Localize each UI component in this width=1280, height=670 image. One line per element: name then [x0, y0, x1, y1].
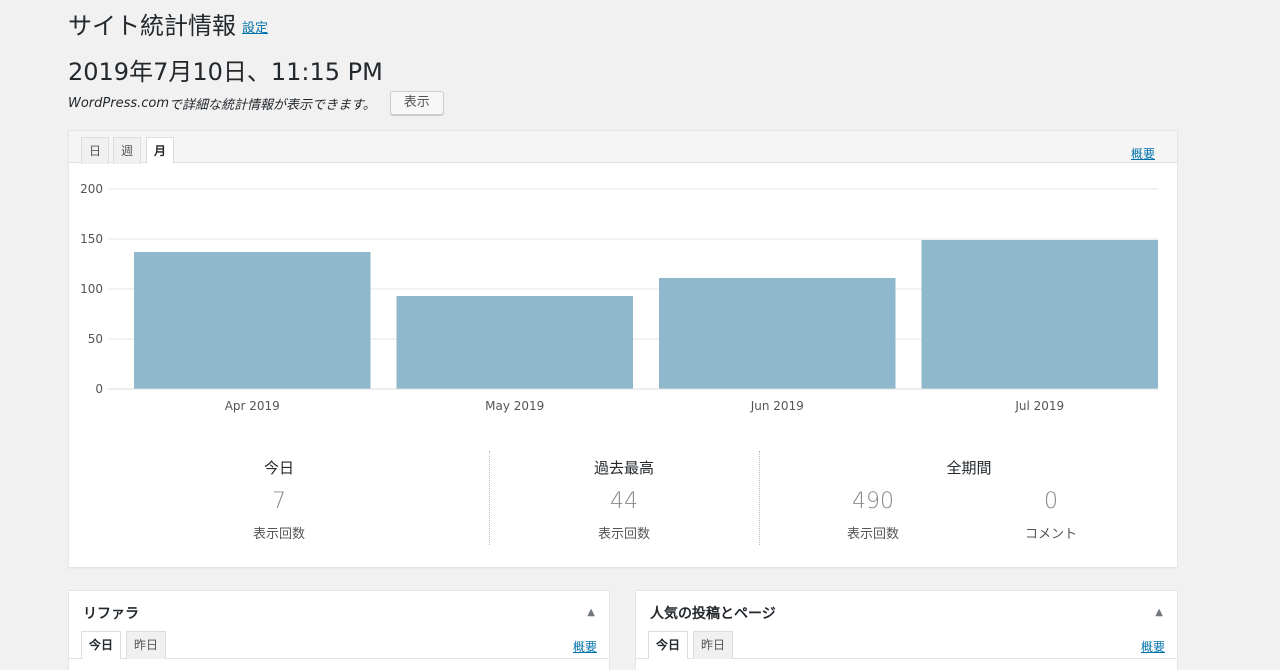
y-tick-label: 50 [88, 332, 103, 346]
stat-all-time: 全期間 490 表示回数 0 コメント [759, 451, 1179, 547]
x-tick-label: May 2019 [485, 399, 544, 413]
stat-all-time-comments: 0 [1044, 489, 1058, 514]
referrers-widget: リファラ ▲ 今日 昨日 概要 [68, 590, 610, 670]
stat-all-time-views: 490 [852, 489, 894, 514]
collapse-arrow-icon[interactable]: ▲ [1155, 607, 1163, 618]
views-bar-chart: 0 50 100 150 200 Apr 2019 May 2019 Jun 2019 Jul … [80, 182, 1158, 413]
referrers-title: リファラ [83, 606, 139, 622]
y-tick-label: 200 [80, 182, 103, 196]
referrers-tabs: 今日 昨日 概要 [69, 631, 609, 659]
page-title-text: サイト統計情報 [68, 12, 236, 40]
popular-posts-title: 人気の投稿とページ [650, 606, 776, 622]
y-tick-label: 0 [95, 382, 103, 396]
page-title: サイト統計情報 設定 [68, 6, 268, 41]
stat-best-label: 過去最高 [593, 459, 654, 477]
stat-today: 今日 7 表示回数 [69, 451, 489, 547]
tab-day[interactable]: 日 [81, 137, 110, 164]
popular-posts-widget: 人気の投稿とページ ▲ 今日 昨日 概要 [635, 590, 1178, 670]
collapse-arrow-icon[interactable]: ▲ [587, 607, 595, 618]
x-tick-label: Jul 2019 [1014, 399, 1064, 413]
tab-today[interactable]: 今日 [81, 631, 122, 659]
popular-posts-tabs: 今日 昨日 概要 [636, 631, 1177, 659]
tab-yesterday[interactable]: 昨日 [126, 631, 167, 659]
tab-week[interactable]: 週 [113, 137, 142, 164]
chart-bar [396, 296, 633, 389]
y-tick-label: 150 [80, 232, 103, 246]
stat-today-label: 今日 [263, 459, 294, 477]
chart-bar [134, 252, 371, 389]
stat-today-value: 7 [272, 489, 286, 514]
promo-text: で詳細な統計情報が表示できます。 [169, 97, 376, 113]
period-tabs: 日 週 月 概要 [69, 131, 1177, 164]
stat-best-value: 44 [610, 489, 638, 514]
promo-brand: WordPress.com [68, 95, 170, 111]
chart-bar [921, 240, 1158, 389]
referrers-summary-link[interactable]: 概要 [573, 638, 597, 655]
stat-all-time-label: 全期間 [946, 459, 992, 477]
popular-posts-summary-link[interactable]: 概要 [1141, 638, 1165, 655]
current-datetime: 2019年7月10日、11:15 PM [68, 58, 383, 86]
chart-bar [659, 278, 896, 389]
stats-panel: 日 週 月 概要 0 50 100 150 200 Apr 2019 May 2019 Jun… [68, 130, 1178, 568]
tab-month[interactable]: 月 [146, 137, 175, 164]
x-tick-label: Jun 2019 [750, 399, 804, 413]
stat-all-time-comments-sub: コメント [1024, 527, 1077, 542]
summary-link[interactable]: 概要 [1131, 145, 1155, 162]
view-stats-button[interactable]: 表示 [389, 91, 444, 115]
x-tick-label: Apr 2019 [225, 399, 280, 413]
tab-today[interactable]: 今日 [648, 631, 689, 659]
stat-best: 過去最高 44 表示回数 [489, 451, 759, 547]
settings-link[interactable]: 設定 [242, 21, 268, 36]
tab-yesterday[interactable]: 昨日 [693, 631, 734, 659]
stats-summary: 今日 7 表示回数 過去最高 44 表示回数 全期間 490 表示回数 0 コメ… [69, 451, 1177, 551]
promo-notice: WordPress.com で詳細な統計情報が表示できます。 表示 [68, 90, 444, 116]
stat-best-sub: 表示回数 [597, 527, 650, 542]
stat-all-time-views-sub: 表示回数 [846, 527, 899, 542]
y-tick-label: 100 [80, 282, 103, 296]
stat-today-sub: 表示回数 [252, 527, 305, 542]
